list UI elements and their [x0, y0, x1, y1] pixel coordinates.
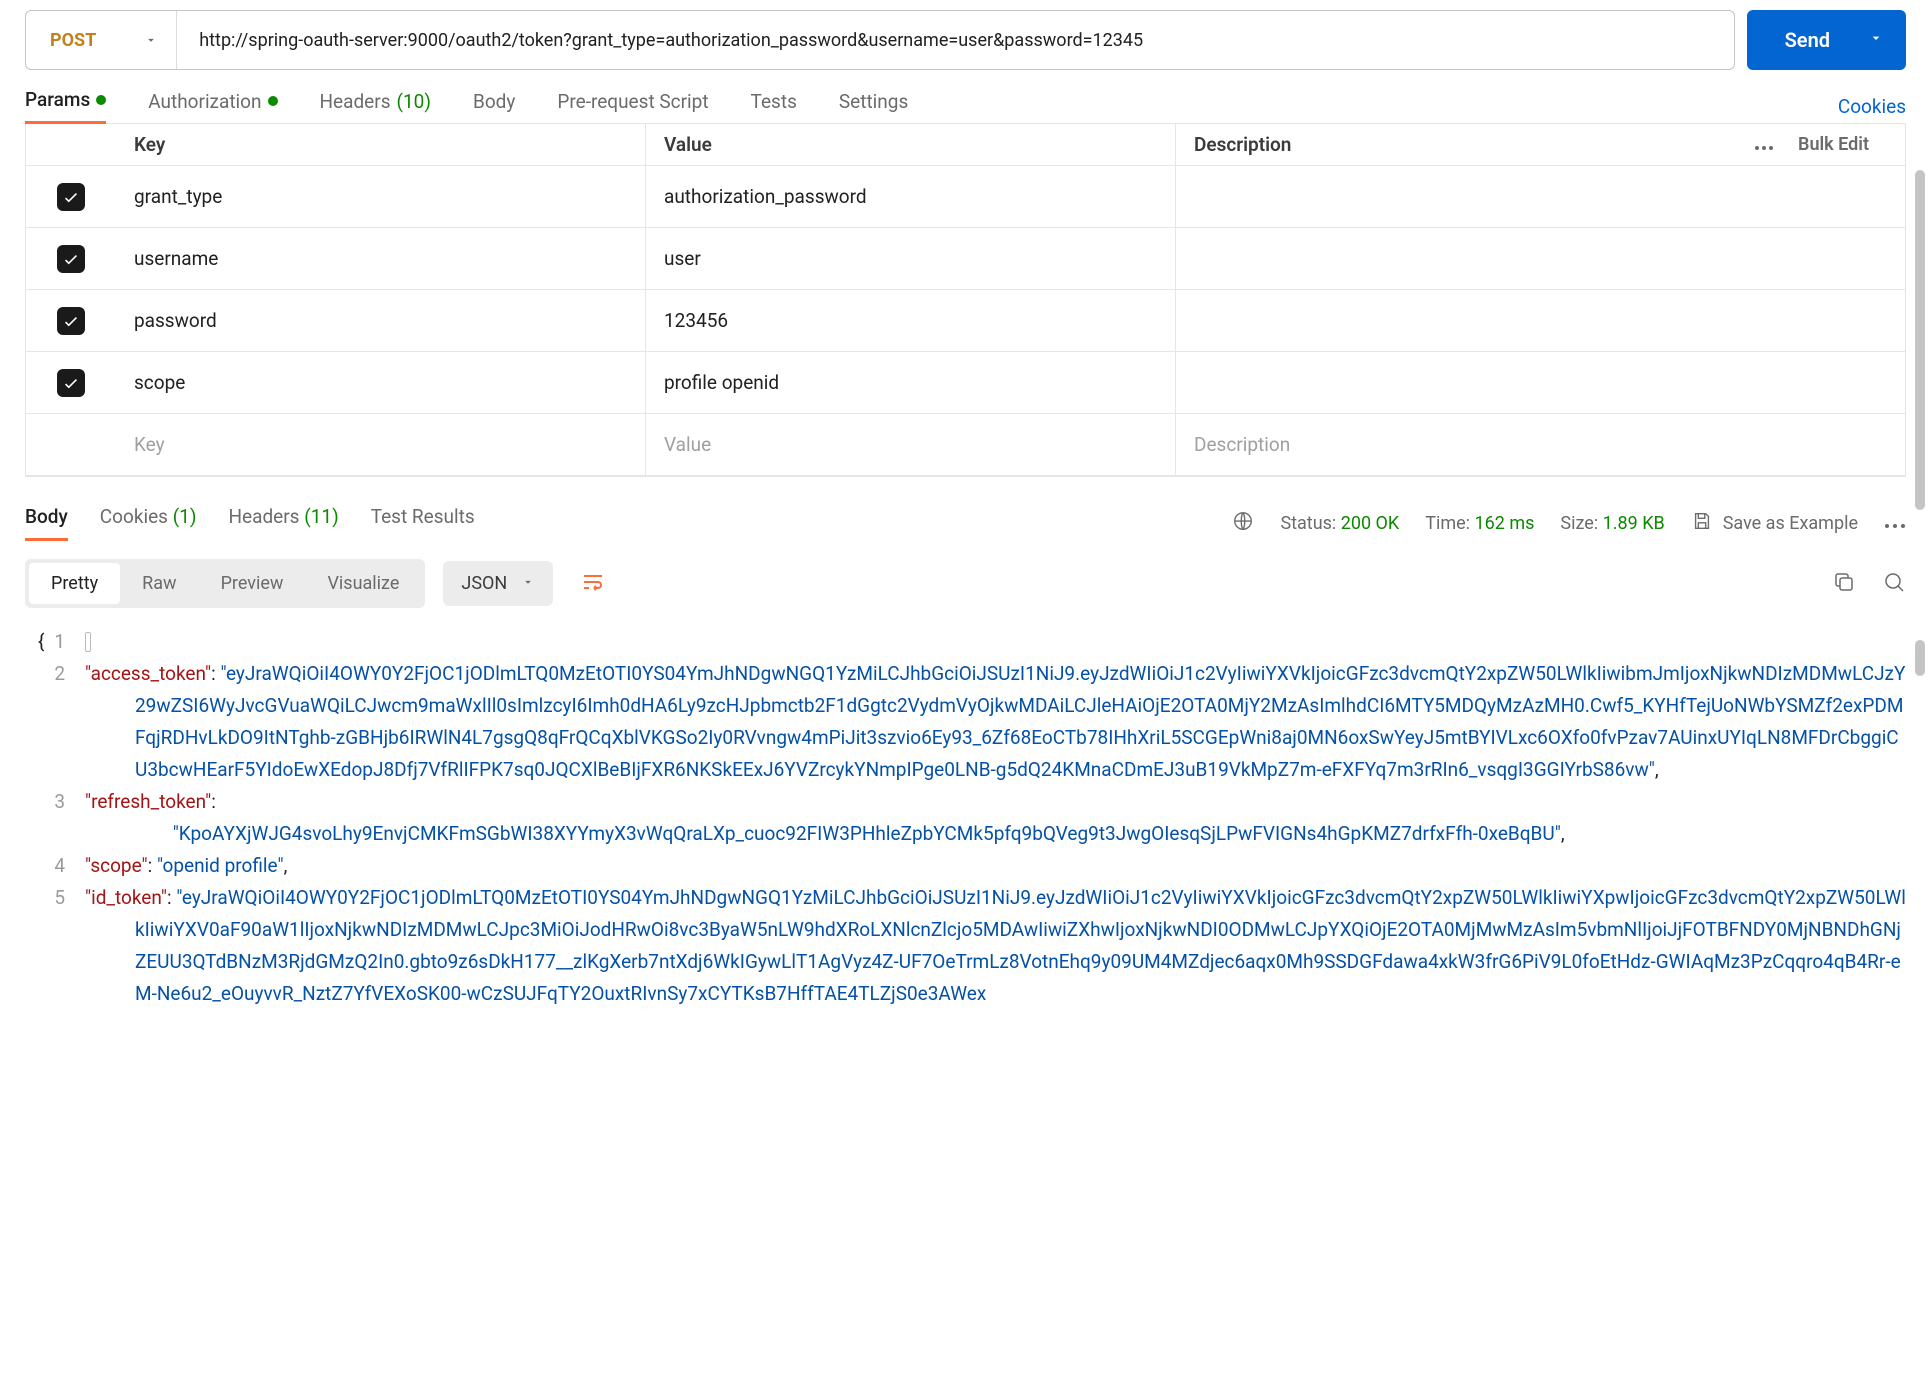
- key-cell[interactable]: password: [116, 290, 646, 351]
- params-row: username user: [26, 228, 1905, 290]
- response-tabs: Body Cookies (1) Headers (11) Test Resul…: [25, 505, 475, 541]
- desc-cell[interactable]: [1176, 352, 1905, 413]
- request-bar: POST Send: [25, 10, 1906, 70]
- params-row: scope profile openid: [26, 352, 1905, 414]
- header-description: Description: [1194, 133, 1291, 156]
- format-select[interactable]: JSON: [443, 561, 553, 606]
- time-meta: Time: 162 ms: [1425, 513, 1534, 534]
- tab-prerequest[interactable]: Pre-request Script: [557, 88, 708, 124]
- tab-body[interactable]: Body: [473, 88, 515, 124]
- checkbox[interactable]: [57, 307, 85, 335]
- response-body-code: 1{ 2 "access_token": "eyJraWQiOiI4OWY0Y2…: [25, 626, 1906, 1010]
- tab-tests[interactable]: Tests: [751, 88, 797, 124]
- scrollbar-vertical[interactable]: [1915, 640, 1925, 676]
- more-options-icon[interactable]: [1884, 513, 1906, 534]
- cookies-link[interactable]: Cookies: [1838, 95, 1906, 118]
- http-method-select[interactable]: POST: [26, 11, 177, 69]
- more-options-icon[interactable]: [1754, 133, 1774, 156]
- tab-settings[interactable]: Settings: [839, 88, 908, 124]
- view-preview[interactable]: Preview: [199, 563, 306, 604]
- http-method-label: POST: [50, 30, 96, 51]
- params-table: Key Value Description Bulk Edit grant_ty…: [25, 123, 1906, 477]
- chevron-down-icon: [144, 33, 158, 47]
- tab-params[interactable]: Params: [25, 88, 106, 124]
- request-tabs-row: Params Authorization Headers (10) Body P…: [25, 88, 1906, 124]
- key-cell[interactable]: username: [116, 228, 646, 289]
- response-tab-cookies[interactable]: Cookies (1): [100, 505, 197, 541]
- params-row: grant_type authorization_password: [26, 166, 1905, 228]
- response-tab-testresults[interactable]: Test Results: [371, 505, 475, 541]
- copy-icon[interactable]: [1832, 570, 1856, 598]
- chevron-down-icon: [521, 573, 535, 594]
- globe-icon[interactable]: [1232, 510, 1254, 537]
- header-value: Value: [646, 124, 1176, 165]
- method-url-box: POST: [25, 10, 1735, 70]
- response-tab-body[interactable]: Body: [25, 505, 68, 541]
- response-tabs-row: Body Cookies (1) Headers (11) Test Resul…: [25, 505, 1906, 541]
- value-input[interactable]: Value: [646, 414, 1176, 475]
- key-cell[interactable]: scope: [116, 352, 646, 413]
- save-as-example[interactable]: Save as Example: [1691, 510, 1858, 537]
- checkbox[interactable]: [57, 369, 85, 397]
- view-pretty[interactable]: Pretty: [29, 563, 120, 604]
- checkbox[interactable]: [57, 183, 85, 211]
- save-icon: [1691, 510, 1713, 537]
- wrap-lines-button[interactable]: [567, 560, 619, 608]
- response-meta: Status: 200 OK Time: 162 ms Size: 1.89 K…: [1232, 510, 1906, 537]
- scrollbar-vertical[interactable]: [1915, 170, 1925, 510]
- toolbar-right: [1832, 570, 1906, 598]
- tab-authorization[interactable]: Authorization: [148, 88, 277, 124]
- desc-cell[interactable]: [1176, 290, 1905, 351]
- view-modes: Pretty Raw Preview Visualize JSON: [25, 559, 619, 608]
- response-toolbar: Pretty Raw Preview Visualize JSON: [25, 559, 1906, 608]
- key-input[interactable]: Key: [116, 414, 646, 475]
- url-input[interactable]: [177, 11, 1733, 69]
- dot-indicator-icon: [96, 95, 106, 105]
- value-cell[interactable]: user: [646, 228, 1176, 289]
- dot-indicator-icon: [268, 96, 278, 106]
- desc-cell[interactable]: [1176, 166, 1905, 227]
- view-visualize[interactable]: Visualize: [305, 563, 421, 604]
- header-key: Key: [116, 124, 646, 165]
- params-empty-row: Key Value Description: [26, 414, 1905, 476]
- value-cell[interactable]: 123456: [646, 290, 1176, 351]
- response-tab-headers[interactable]: Headers (11): [228, 505, 338, 541]
- tab-headers[interactable]: Headers (10): [320, 88, 431, 124]
- search-icon[interactable]: [1882, 570, 1906, 598]
- bulk-edit-link[interactable]: Bulk Edit: [1798, 134, 1869, 155]
- checkbox[interactable]: [57, 245, 85, 273]
- status-meta: Status: 200 OK: [1280, 513, 1399, 534]
- desc-cell[interactable]: [1176, 228, 1905, 289]
- value-cell[interactable]: profile openid: [646, 352, 1176, 413]
- chevron-down-icon[interactable]: [1868, 30, 1884, 50]
- params-header: Key Value Description Bulk Edit: [26, 124, 1905, 166]
- params-row: password 123456: [26, 290, 1905, 352]
- send-label: Send: [1785, 28, 1830, 52]
- size-meta: Size: 1.89 KB: [1560, 513, 1664, 534]
- desc-input[interactable]: Description: [1176, 414, 1905, 475]
- key-cell[interactable]: grant_type: [116, 166, 646, 227]
- view-raw[interactable]: Raw: [120, 563, 198, 604]
- request-tabs: Params Authorization Headers (10) Body P…: [25, 88, 908, 124]
- send-button[interactable]: Send: [1747, 10, 1906, 70]
- value-cell[interactable]: authorization_password: [646, 166, 1176, 227]
